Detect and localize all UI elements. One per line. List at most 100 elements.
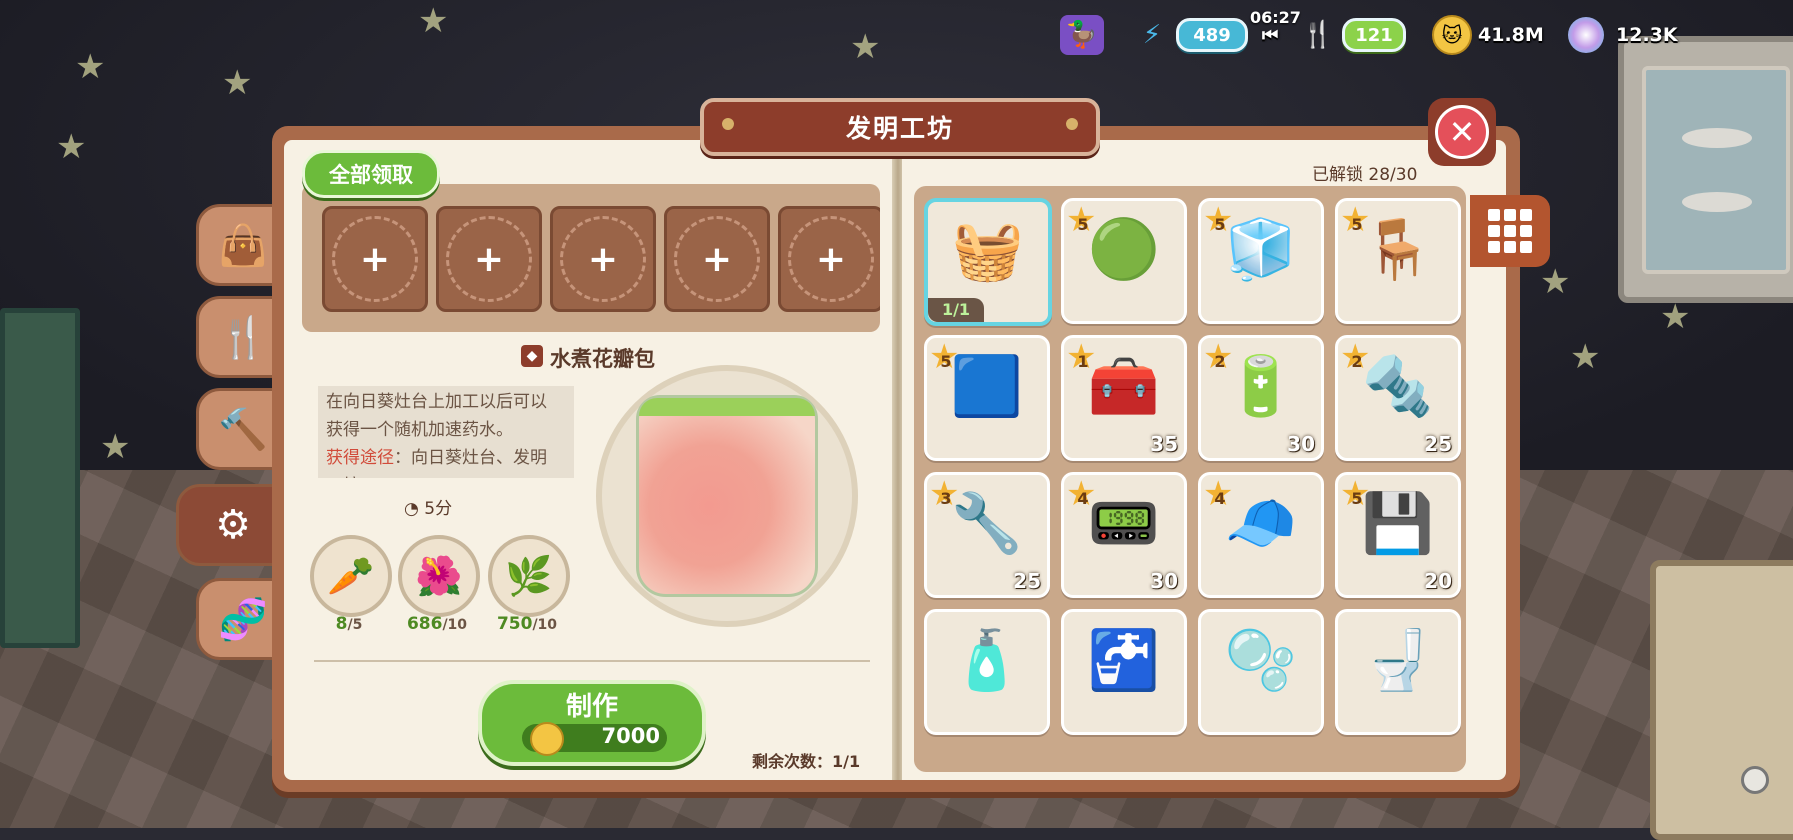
fork-spoon-icon: 🍴 (1301, 20, 1335, 50)
star-level-badge: ★ 4 (1203, 474, 1234, 514)
hud-coins[interactable]: 🐱 41.8M (1432, 12, 1544, 58)
window-title: 发明工坊 (845, 114, 954, 143)
item-name: 水煮花瓣包 (550, 347, 655, 371)
hud-rewind[interactable]: ⏮ (1262, 12, 1278, 58)
star-level-badge: ★ 4 (1066, 474, 1097, 514)
plus-icon: + (473, 238, 505, 280)
ingredient-slot[interactable]: 🥕 (310, 535, 392, 617)
star-decoration: ★ (75, 47, 106, 87)
green-cabinet (0, 308, 80, 648)
item-count: 30 (1150, 569, 1178, 593)
item-count: 20 (1424, 569, 1452, 593)
rainbow-orb-icon (1568, 17, 1604, 53)
craft-time: ◔ 5分 (404, 494, 452, 519)
hud-album[interactable]: 🦆 (1060, 12, 1104, 58)
claim-all-button[interactable]: 全部领取 (302, 150, 440, 198)
rewind-icon[interactable]: ⏮ (1262, 25, 1278, 46)
lightbulb-gear-icon: ⚙ (215, 502, 251, 548)
item-cell-petal-bag[interactable]: 🧺 1/1 (924, 198, 1052, 326)
item-cell-washing-machine[interactable]: 🫧 (1198, 609, 1324, 735)
ingredient-count: 686/10 (406, 614, 468, 634)
sink-cabinet-icon: 🚰 (1087, 626, 1161, 694)
star-level-badge: ★ 5 (1066, 200, 1097, 240)
queue-slot[interactable]: + (664, 206, 770, 312)
item-preview (596, 365, 858, 627)
star-level-badge: ★ 1 (1066, 337, 1097, 377)
source-label: 获得途径 (326, 448, 394, 468)
make-label: 制作 (565, 692, 618, 722)
plus-icon: + (701, 238, 733, 280)
item-count: 25 (1013, 569, 1041, 593)
hud-food[interactable]: 🍴 121 (1298, 12, 1406, 58)
star-level-badge: ★ 5 (929, 337, 960, 377)
coins-value: 41.8M (1478, 24, 1544, 46)
ingredient-slot[interactable]: 🌺 (398, 535, 480, 617)
washing-machine-icon: 🫧 (1224, 626, 1298, 694)
item-cell-bath-shelf[interactable]: 🧴 (924, 609, 1050, 735)
clock-icon: ◔ (404, 499, 419, 519)
hud-gems[interactable]: 12.3K (1568, 12, 1678, 58)
star-level-badge: ★ 5 (1203, 200, 1234, 240)
photo-album-icon[interactable]: 🦆 (1060, 15, 1104, 55)
close-button[interactable]: ✕ (1428, 98, 1496, 166)
coin-icon: 🐱 (1432, 15, 1472, 55)
item-cell-glass-tank[interactable]: 🧊 ★ 5 (1198, 198, 1324, 324)
bag-icon: 👜 (218, 222, 268, 269)
ingredient-slot[interactable]: 🌿 (488, 535, 570, 617)
divider (314, 660, 870, 662)
ingredient-count: 8/5 (335, 614, 363, 634)
item-grid: 🧺 1/1 🟢 ★ 5 🧊 ★ 5 🪑 ★ 5 🟦 ★ 5 🧰 ★ 1 35 🔋 ★ 2 30 🔩 ★ 2 25 🔧 ★ 3 25 📟 ★ 4 3… (914, 186, 1466, 772)
toilet-icon: 🚽 (1361, 626, 1435, 694)
remaining-count: 剩余次数：1/1 (752, 752, 861, 771)
craft-time-value: 5分 (424, 499, 453, 519)
star-decoration: ★ (1660, 297, 1691, 337)
energy-value: 489 (1176, 18, 1248, 52)
window-title-banner: 发明工坊 (700, 98, 1100, 156)
hud-energy[interactable]: ⚡ 489 (1132, 12, 1248, 58)
queue-slot[interactable]: + (778, 206, 880, 312)
item-cell-wooden-stand[interactable]: 🪑 ★ 5 (1335, 198, 1461, 324)
queue-slot[interactable]: + (550, 206, 656, 312)
tag-icon: ◆ (521, 345, 543, 367)
queue-slot[interactable]: + (322, 206, 428, 312)
plus-icon: + (359, 238, 391, 280)
plus-icon: + (587, 238, 619, 280)
item-count: 35 (1150, 432, 1178, 456)
gems-value: 12.3K (1616, 24, 1678, 46)
star-decoration: ★ (56, 127, 87, 167)
item-cell-metal-pipe[interactable]: 🔩 ★ 2 25 (1335, 335, 1461, 461)
queue-slot[interactable]: + (436, 206, 542, 312)
item-cell-motor-part[interactable]: 🔧 ★ 3 25 (924, 472, 1050, 598)
item-cell-circuit-board[interactable]: 📟 ★ 4 30 (1061, 472, 1187, 598)
vine-wreath-icon: 🌿 (505, 553, 553, 598)
description-line: 在向日葵灶台上加工以后可以 (326, 392, 547, 412)
source-text: ：向日葵灶台、发明 (394, 448, 547, 468)
wooden-dresser (1650, 560, 1793, 840)
food-value: 121 (1342, 18, 1406, 52)
lightning-icon: ⚡ (1142, 20, 1162, 50)
item-cell-capacitor[interactable]: 🔋 ★ 2 30 (1198, 335, 1324, 461)
petal-bag-icon: 🧺 (951, 216, 1025, 284)
star-level-badge: ★ 5 (1340, 474, 1371, 514)
item-cell-green-slime[interactable]: 🟢 ★ 5 (1061, 198, 1187, 324)
source-line: 获得途径：向日葵灶台、发明 (326, 444, 566, 472)
star-decoration: ★ (850, 27, 881, 67)
item-cell-propeller-hat[interactable]: 🧢 ★ 4 (1198, 472, 1324, 598)
item-cell-sink-cabinet[interactable]: 🚰 (1061, 609, 1187, 735)
item-cell-copper-coil[interactable]: 🧰 ★ 1 35 (1061, 335, 1187, 461)
source-line-continued: 工坊 (326, 472, 566, 478)
star-level-badge: ★ 2 (1203, 337, 1234, 377)
star-level-badge: ★ 3 (929, 474, 960, 514)
item-description[interactable]: 在向日葵灶台上加工以后可以 获得一个随机加速药水。 获得途径：向日葵灶台、发明 … (318, 386, 574, 478)
item-cell-blue-cloth[interactable]: 🟦 ★ 5 (924, 335, 1050, 461)
item-count: 30 (1287, 432, 1315, 456)
item-cell-toilet[interactable]: 🚽 (1335, 609, 1461, 735)
grid-view-tab[interactable] (1470, 195, 1550, 267)
item-cell-green-chip[interactable]: 💾 ★ 5 20 (1335, 472, 1461, 598)
owned-count: 1/1 (928, 298, 984, 322)
ingredient-count: 750/10 (496, 614, 558, 634)
make-button[interactable]: 制作 7000 (478, 680, 706, 766)
close-icon: ✕ (1435, 105, 1489, 159)
star-decoration: ★ (1570, 337, 1601, 377)
star-level-badge: ★ 2 (1340, 337, 1371, 377)
